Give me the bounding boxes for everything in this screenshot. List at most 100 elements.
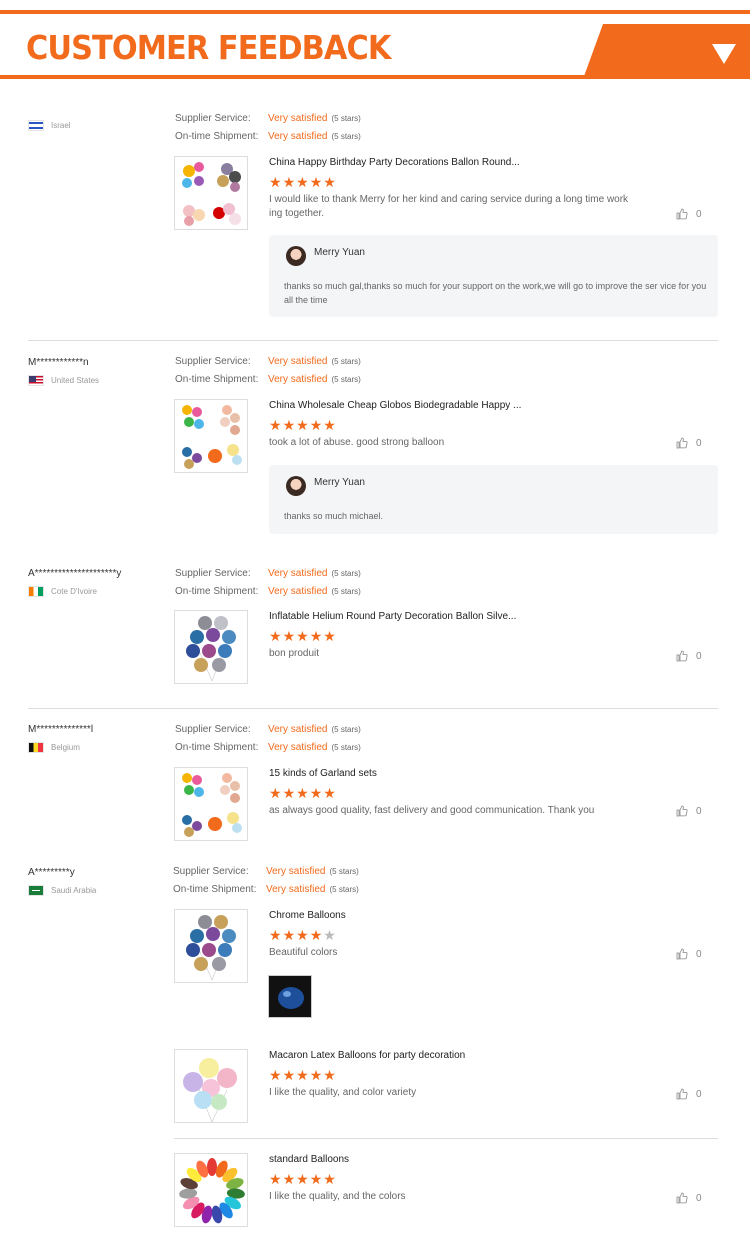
country-name: United States bbox=[51, 375, 100, 385]
product-image[interactable] bbox=[174, 909, 248, 983]
star-filled-icon: ★ bbox=[282, 174, 297, 190]
reviewer-name: M************n bbox=[28, 357, 89, 368]
product-title[interactable]: China Happy Birthday Party Decorations B… bbox=[269, 156, 520, 170]
shipment-count: (5 stars) bbox=[331, 375, 361, 384]
star-filled-icon: ★ bbox=[282, 417, 297, 433]
reviewer-country: Cote D'Ivoire bbox=[28, 584, 168, 598]
shipment-count: (5 stars) bbox=[329, 885, 359, 894]
feedback-header: CUSTOMER FEEDBACK bbox=[0, 0, 750, 82]
reviewer-country: Saudi Arabia bbox=[28, 883, 168, 897]
service-ratings: Supplier Service: Very satisfied (5 stars)… bbox=[175, 110, 361, 146]
review-text: took a lot of abuse. good strong balloon bbox=[269, 437, 445, 448]
supplier-service-value: Very satisfied bbox=[268, 356, 328, 367]
product-title[interactable]: standard Balloons bbox=[269, 1153, 349, 1167]
rating-stars: ★★★★★ bbox=[269, 417, 337, 433]
product-review: Inflatable Helium Round Party Decoration… bbox=[174, 610, 719, 686]
divider bbox=[28, 708, 718, 709]
supplier-service-label: Supplier Service: bbox=[175, 568, 251, 579]
thumbs-up-icon bbox=[676, 1192, 688, 1204]
product-image[interactable] bbox=[174, 610, 248, 684]
shipment-label: On-time Shipment: bbox=[175, 374, 259, 385]
shipment-count: (5 stars) bbox=[331, 587, 361, 596]
star-filled-icon: ★ bbox=[296, 927, 310, 943]
product-image[interactable] bbox=[174, 1049, 248, 1123]
seller-reply: Merry Yuan thanks so much gal,thanks so … bbox=[269, 235, 718, 317]
thumbs-up-icon bbox=[676, 948, 688, 960]
country-name: Cote D'Ivoire bbox=[51, 586, 97, 596]
star-filled-icon: ★ bbox=[323, 1171, 337, 1187]
star-filled-icon: ★ bbox=[323, 628, 337, 644]
seller-reply: Merry Yuan thanks so much michael. bbox=[269, 465, 718, 534]
rating-stars: ★★★★★ bbox=[269, 174, 337, 190]
divider bbox=[174, 1138, 718, 1139]
country-name: Belgium bbox=[51, 742, 80, 752]
like-count: 0 bbox=[696, 208, 702, 220]
product-image[interactable] bbox=[174, 399, 248, 473]
reply-text: thanks so much michael. bbox=[284, 511, 384, 521]
star-filled-icon: ★ bbox=[309, 1067, 324, 1083]
service-ratings: Supplier Service: Very satisfied (5 stars)… bbox=[175, 721, 361, 757]
product-review: Chrome Balloons ★★★★★ Beautiful colors 0 bbox=[174, 909, 719, 984]
like-button[interactable]: 0 bbox=[676, 1192, 702, 1204]
rating-stars: ★★★★★ bbox=[269, 927, 337, 943]
reviewer-name: A*********************y bbox=[28, 568, 122, 579]
star-filled-icon: ★ bbox=[282, 785, 297, 801]
like-button[interactable]: 0 bbox=[676, 948, 702, 960]
like-count: 0 bbox=[696, 650, 702, 662]
supplier-service-label: Supplier Service: bbox=[175, 724, 251, 735]
reviewer-country: Belgium bbox=[28, 740, 168, 754]
like-count: 0 bbox=[696, 805, 702, 817]
star-filled-icon: ★ bbox=[269, 785, 283, 801]
product-title[interactable]: Inflatable Helium Round Party Decoration… bbox=[269, 610, 516, 624]
like-button[interactable]: 0 bbox=[676, 805, 702, 817]
star-filled-icon: ★ bbox=[309, 628, 324, 644]
reviewer-country: United States bbox=[28, 373, 168, 387]
like-button[interactable]: 0 bbox=[676, 1088, 702, 1100]
reply-author: Merry Yuan bbox=[314, 477, 365, 488]
avatar bbox=[286, 476, 306, 496]
star-filled-icon: ★ bbox=[282, 628, 297, 644]
star-filled-icon: ★ bbox=[323, 174, 337, 190]
star-filled-icon: ★ bbox=[269, 927, 283, 943]
header-bottom-rule bbox=[0, 75, 750, 79]
country-name: Israel bbox=[51, 120, 71, 130]
product-image[interactable] bbox=[174, 156, 248, 230]
product-title[interactable]: Chrome Balloons bbox=[269, 909, 346, 923]
product-title[interactable]: Macaron Latex Balloons for party decorat… bbox=[269, 1049, 465, 1063]
rating-stars: ★★★★★ bbox=[269, 1171, 337, 1187]
star-filled-icon: ★ bbox=[269, 417, 283, 433]
review-text: I like the quality, and the colors bbox=[269, 1191, 406, 1202]
country-name: Saudi Arabia bbox=[51, 885, 97, 895]
supplier-service-label: Supplier Service: bbox=[175, 113, 251, 124]
supplier-service-count: (5 stars) bbox=[331, 357, 361, 366]
reply-text: thanks so much gal,thanks so much for yo… bbox=[284, 281, 707, 305]
thumbs-up-icon bbox=[676, 650, 688, 662]
avatar bbox=[286, 246, 306, 266]
reviewer: A*********y Saudi Arabia bbox=[28, 866, 168, 897]
like-button[interactable]: 0 bbox=[676, 650, 702, 662]
product-image[interactable] bbox=[174, 1153, 248, 1227]
star-filled-icon: ★ bbox=[296, 785, 310, 801]
product-image[interactable] bbox=[174, 767, 248, 841]
header-tab[interactable] bbox=[583, 24, 750, 79]
like-button[interactable]: 0 bbox=[676, 437, 702, 449]
product-review: Macaron Latex Balloons for party decorat… bbox=[174, 1049, 719, 1124]
reviewer-name: A*********y bbox=[28, 867, 75, 878]
like-count: 0 bbox=[696, 1088, 702, 1100]
service-ratings: Supplier Service: Very satisfied (5 stars)… bbox=[173, 863, 359, 899]
product-title[interactable]: China Wholesale Cheap Globos Biodegradab… bbox=[269, 399, 521, 413]
supplier-service-value: Very satisfied bbox=[268, 113, 328, 124]
star-filled-icon: ★ bbox=[309, 1171, 324, 1187]
shipment-value: Very satisfied bbox=[268, 131, 328, 142]
review-item: M************n United States Supplier Se… bbox=[0, 356, 750, 536]
flag-israel-icon bbox=[28, 119, 44, 131]
product-title[interactable]: 15 kinds of Garland sets bbox=[269, 767, 377, 781]
page-title: CUSTOMER FEEDBACK bbox=[26, 28, 391, 67]
shipment-value: Very satisfied bbox=[268, 586, 328, 597]
thumbs-up-icon bbox=[676, 437, 688, 449]
review-photo[interactable] bbox=[268, 975, 312, 1018]
supplier-service-label: Supplier Service: bbox=[173, 866, 249, 877]
shipment-value: Very satisfied bbox=[266, 884, 326, 895]
rating-stars: ★★★★★ bbox=[269, 1067, 337, 1083]
like-button[interactable]: 0 bbox=[676, 208, 702, 220]
